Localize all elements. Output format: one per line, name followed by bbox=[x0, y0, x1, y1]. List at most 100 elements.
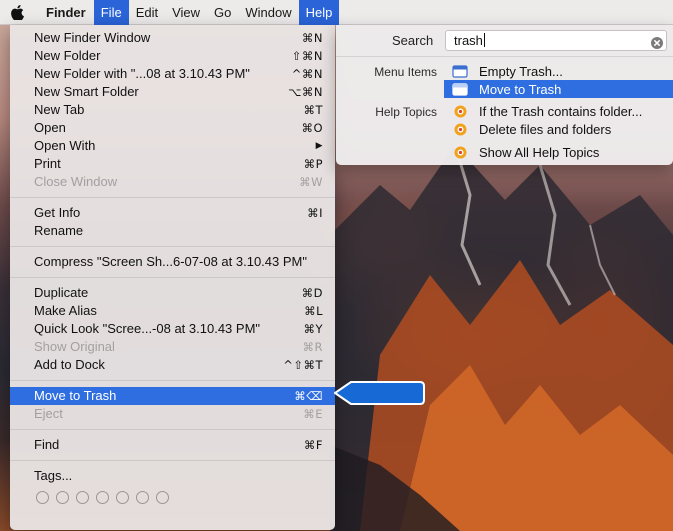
menu-item-shortcut: ⌘R bbox=[302, 340, 323, 354]
menu-item-label: New Folder bbox=[34, 48, 101, 63]
apple-logo-icon[interactable] bbox=[0, 0, 34, 25]
menu-item-label: Close Window bbox=[34, 174, 118, 189]
tag-circle-icon[interactable] bbox=[56, 490, 69, 504]
menu-edit[interactable]: Edit bbox=[129, 0, 165, 25]
menu-item-find[interactable]: Find ⌘F bbox=[10, 436, 335, 454]
menu-item-icon bbox=[452, 64, 468, 78]
help-search-label: Search bbox=[392, 33, 434, 48]
menu-item-label: Tags... bbox=[34, 468, 73, 483]
menu-go[interactable]: Go bbox=[207, 0, 238, 25]
menu-item-shortcut: ⌘I bbox=[307, 206, 323, 220]
help-topic-icon bbox=[452, 104, 468, 118]
menu-separator bbox=[10, 380, 335, 381]
menu-item-label: Quick Look "Scree...-08 at 3.10.43 PM" bbox=[34, 321, 261, 336]
help-search-row: Search trash bbox=[336, 29, 673, 53]
help-menu-dropdown: Search trash Menu Items Empty Trash... M… bbox=[336, 25, 673, 165]
menu-item-label: Show Original bbox=[34, 339, 115, 354]
menu-item-shortcut: ⌘L bbox=[304, 304, 323, 318]
menu-item-shortcut: ⌘D bbox=[301, 286, 323, 300]
menu-item-open[interactable]: Open ⌘O bbox=[10, 119, 335, 137]
menu-item-shortcut: ⌘⌫ bbox=[294, 389, 323, 403]
help-result-empty-trash[interactable]: Empty Trash... bbox=[444, 62, 673, 80]
help-topic-delete-files[interactable]: Delete files and folders bbox=[444, 120, 673, 138]
menu-item-label: Open With bbox=[34, 138, 96, 153]
menu-item-show-original: Show Original ⌘R bbox=[10, 338, 335, 356]
menu-item-move-to-trash[interactable]: Move to Trash ⌘⌫ bbox=[10, 387, 335, 405]
menu-item-icon bbox=[452, 82, 468, 96]
menu-item-print[interactable]: Print ⌘P bbox=[10, 155, 335, 173]
clear-search-icon[interactable] bbox=[651, 37, 663, 49]
menu-item-label: Move to Trash bbox=[34, 388, 117, 403]
menu-item-shortcut: ⌘P bbox=[303, 157, 323, 171]
menu-item-label: Open bbox=[34, 120, 66, 135]
menu-help[interactable]: Help bbox=[298, 0, 340, 25]
tag-circle-icon[interactable] bbox=[116, 490, 129, 504]
menu-item-eject: Eject ⌘E bbox=[10, 405, 335, 423]
tag-circle-icon[interactable] bbox=[96, 490, 109, 504]
menu-item-label: New Folder with "...08 at 3.10.43 PM" bbox=[34, 66, 250, 81]
menu-item-label: Eject bbox=[34, 406, 63, 421]
help-topic-label: If the Trash contains folder... bbox=[479, 103, 643, 119]
menu-item-compress[interactable]: Compress "Screen Sh...6-07-08 at 3.10.43… bbox=[10, 253, 335, 271]
menu-item-new-smart-folder[interactable]: New Smart Folder ⌥⌘N bbox=[10, 83, 335, 101]
menu-item-tags[interactable]: Tags... bbox=[10, 467, 335, 485]
menu-item-label: Rename bbox=[34, 223, 84, 238]
menu-item-new-tab[interactable]: New Tab ⌘T bbox=[10, 101, 335, 119]
menu-separator bbox=[10, 429, 335, 430]
help-menu-separator bbox=[336, 56, 673, 57]
menu-view[interactable]: View bbox=[165, 0, 207, 25]
help-topic-icon bbox=[452, 122, 468, 136]
menu-item-get-info[interactable]: Get Info ⌘I bbox=[10, 204, 335, 222]
help-result-move-to-trash[interactable]: Move to Trash bbox=[444, 80, 673, 98]
file-menu-dropdown: New Finder Window ⌘N New Folder ⇧⌘N New … bbox=[10, 25, 335, 530]
help-result-label: Empty Trash... bbox=[479, 63, 563, 79]
menu-item-shortcut: ⌘O bbox=[301, 121, 323, 135]
menu-item-shortcut: ⌘N bbox=[301, 31, 323, 45]
menu-finder[interactable]: Finder bbox=[34, 0, 94, 25]
menu-item-label: Duplicate bbox=[34, 285, 89, 300]
menu-item-make-alias[interactable]: Make Alias ⌘L bbox=[10, 302, 335, 320]
help-topic-trash-contains-folder[interactable]: If the Trash contains folder... bbox=[444, 102, 673, 120]
menu-item-duplicate[interactable]: Duplicate ⌘D bbox=[10, 284, 335, 302]
tag-circle-icon[interactable] bbox=[156, 490, 169, 504]
menu-item-shortcut: ⌘T bbox=[303, 103, 323, 117]
menu-item-label: Get Info bbox=[34, 205, 81, 220]
help-search-value: trash bbox=[454, 33, 483, 48]
menu-item-shortcut: ⌘W bbox=[299, 175, 323, 189]
help-topic-icon bbox=[452, 145, 468, 159]
help-search-input[interactable]: trash bbox=[445, 30, 667, 51]
menu-item-label: Compress "Screen Sh...6-07-08 at 3.10.43… bbox=[34, 254, 307, 269]
menu-item-label: Find bbox=[34, 437, 60, 452]
menu-item-shortcut: ⌘E bbox=[303, 407, 323, 421]
pointer-arrow-icon bbox=[334, 381, 425, 405]
menu-item-label: New Smart Folder bbox=[34, 84, 139, 99]
menu-item-add-to-dock[interactable]: Add to Dock ^⇧⌘T bbox=[10, 356, 335, 374]
menu-item-shortcut: ^⇧⌘T bbox=[283, 358, 323, 372]
menu-separator bbox=[10, 277, 335, 278]
menu-item-quick-look[interactable]: Quick Look "Scree...-08 at 3.10.43 PM" ⌘… bbox=[10, 320, 335, 338]
menu-item-rename[interactable]: Rename bbox=[10, 222, 335, 240]
menu-item-label: Make Alias bbox=[34, 303, 97, 318]
menu-separator bbox=[10, 460, 335, 461]
menu-item-label: Add to Dock bbox=[34, 357, 105, 372]
menu-separator bbox=[10, 246, 335, 247]
menu-item-new-finder-window[interactable]: New Finder Window ⌘N bbox=[10, 29, 335, 47]
tag-circle-icon[interactable] bbox=[136, 490, 149, 504]
menu-item-new-folder[interactable]: New Folder ⇧⌘N bbox=[10, 47, 335, 65]
menu-item-label: New Tab bbox=[34, 102, 85, 117]
menu-item-shortcut: ⌥⌘N bbox=[288, 85, 323, 99]
menu-item-open-with[interactable]: Open With ▶ bbox=[10, 137, 335, 155]
menu-file[interactable]: File bbox=[93, 0, 129, 25]
menu-item-new-folder-with-selection[interactable]: New Folder with "...08 at 3.10.43 PM" ^⌘… bbox=[10, 65, 335, 83]
menu-item-label: New Finder Window bbox=[34, 30, 151, 45]
help-result-label: Move to Trash bbox=[479, 81, 562, 97]
menu-window[interactable]: Window bbox=[238, 0, 298, 25]
tag-circle-icon[interactable] bbox=[36, 490, 49, 504]
menu-separator bbox=[10, 197, 335, 198]
menu-items-section-label: Menu Items bbox=[374, 65, 437, 79]
tag-circle-icon[interactable] bbox=[76, 490, 89, 504]
menu-item-shortcut: ⌘Y bbox=[303, 322, 323, 336]
menu-item-shortcut: ⌘F bbox=[303, 438, 323, 452]
help-show-all-topics[interactable]: Show All Help Topics bbox=[444, 143, 673, 161]
tag-color-row bbox=[10, 485, 335, 509]
